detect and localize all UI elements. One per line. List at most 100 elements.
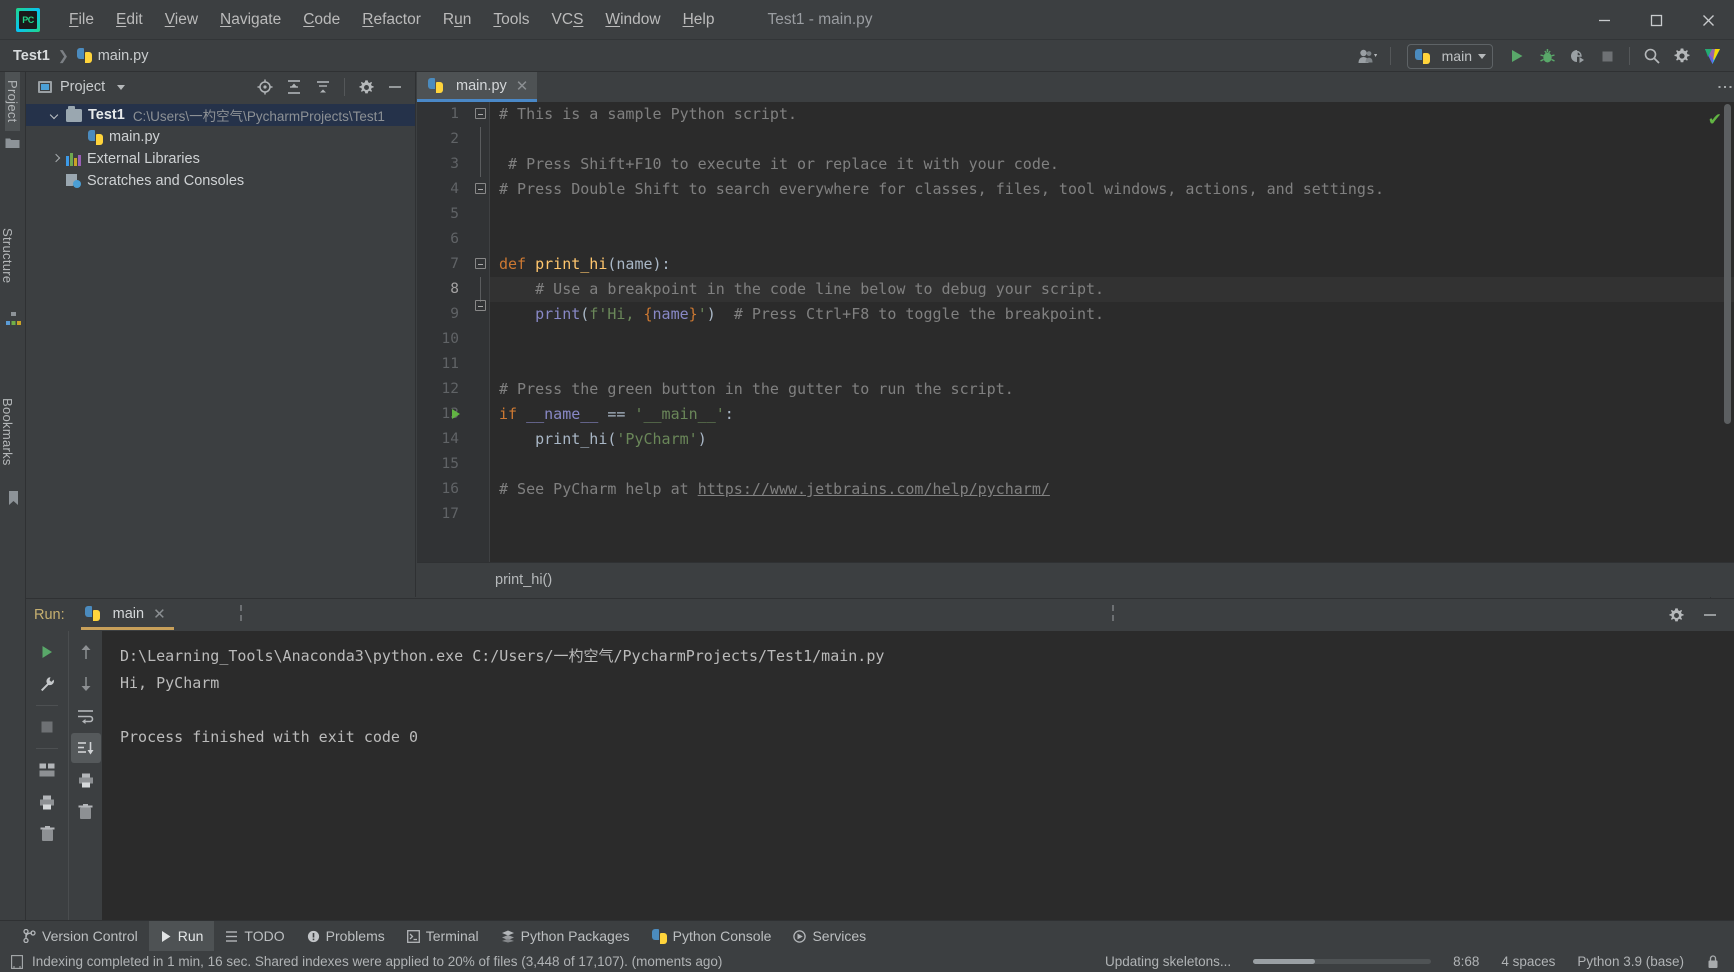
bookmark-icon[interactable] [0, 486, 26, 510]
fold-collapse-icon[interactable] [475, 108, 486, 119]
splitter-handle[interactable] [240, 605, 242, 621]
code-text[interactable]: # This is a sample Python script. # Pres… [489, 102, 1734, 562]
tree-item-scratches-and-consoles[interactable]: Scratches and Consoles [26, 170, 415, 192]
help-url-link[interactable]: https://www.jetbrains.com/help/pycharm/ [698, 480, 1050, 498]
close-icon[interactable]: ✕ [516, 77, 529, 95]
code-line: def print_hi(name): [499, 255, 671, 273]
print-icon[interactable] [71, 765, 101, 795]
tree-item-test1[interactable]: Test1 C:\Users\一杓空气\PycharmProjects\Test… [26, 104, 415, 126]
navbar-toolbar: main [1354, 40, 1726, 72]
scroll-to-end-icon[interactable] [70, 733, 101, 763]
wrench-icon[interactable] [32, 669, 62, 699]
pycharm-logo-icon [16, 7, 40, 32]
run-configuration-selector[interactable]: main [1406, 43, 1493, 69]
sidebar-item-project[interactable]: Project [5, 72, 20, 131]
rerun-icon[interactable] [32, 637, 62, 667]
up-arrow-icon[interactable] [71, 637, 101, 667]
minimize-button[interactable] [1578, 0, 1630, 40]
breadcrumb-project[interactable]: Test1 [13, 48, 50, 64]
jetbrains-ai-icon[interactable] [1698, 43, 1726, 69]
down-arrow-icon[interactable] [71, 669, 101, 699]
more-options-icon[interactable]: ⋮ [1716, 79, 1733, 95]
tree-item-main-py[interactable]: main.py [26, 126, 415, 148]
chevron-down-icon[interactable] [117, 84, 126, 90]
line-number: 17 [441, 506, 459, 522]
search-icon[interactable] [1638, 43, 1666, 69]
code-line: # Press Shift+F10 to execute it or repla… [499, 155, 1059, 173]
folder-icon[interactable] [0, 131, 26, 155]
menu-file[interactable]: File [58, 7, 105, 33]
menu-edit[interactable]: Edit [105, 7, 154, 33]
chevron-down-icon[interactable] [50, 110, 61, 121]
tab-run[interactable]: Run [148, 920, 215, 952]
tab-todo[interactable]: TODO [214, 921, 295, 952]
run-tab-main[interactable]: main ✕ [80, 600, 174, 630]
hide-panel-icon[interactable] [1696, 602, 1724, 628]
editor-gutter[interactable]: 1 2 3 4 5 6 7 8 9 10 11 12 13 14 15 16 1 [417, 102, 489, 562]
run-console-output[interactable]: D:\Learning_Tools\Anaconda3\python.exe C… [102, 631, 1734, 921]
collapse-all-icon[interactable] [309, 74, 337, 100]
memory-indicator-icon[interactable] [10, 954, 24, 969]
run-icon[interactable] [1503, 43, 1531, 69]
tab-label: Version Control [42, 928, 138, 944]
python-icon [84, 606, 100, 621]
status-interpreter[interactable]: Python 3.9 (base) [1577, 954, 1684, 969]
fold-end-icon[interactable] [475, 300, 486, 311]
fold-column[interactable] [475, 102, 489, 527]
coverage-icon[interactable] [1563, 43, 1591, 69]
editor-vertical-scrollbar[interactable] [1724, 104, 1731, 424]
settings-gear-icon[interactable] [352, 74, 380, 100]
tab-terminal[interactable]: Terminal [396, 921, 490, 952]
fold-collapse-icon[interactable] [475, 183, 486, 194]
breadcrumb-file[interactable]: main.py [98, 48, 149, 64]
menu-vcs[interactable]: VCS [541, 7, 595, 33]
breadcrumb-function[interactable]: print_hi() [495, 572, 552, 588]
hide-panel-icon[interactable] [381, 74, 409, 100]
layout-icon[interactable] [32, 755, 62, 785]
tab-python-console[interactable]: Python Console [641, 921, 783, 952]
trash-icon[interactable] [71, 797, 101, 827]
gutter-run-icon[interactable] [452, 409, 460, 419]
stop-icon[interactable] [32, 712, 62, 742]
tree-item-external-libraries[interactable]: External Libraries [26, 148, 415, 170]
debug-icon[interactable] [1533, 43, 1561, 69]
tab-services[interactable]: Services [782, 921, 877, 952]
menu-tools[interactable]: Tools [482, 7, 540, 33]
sidebar-item-bookmarks[interactable]: Bookmarks [0, 390, 15, 486]
code-editor[interactable]: 1 2 3 4 5 6 7 8 9 10 11 12 13 14 15 16 1 [417, 102, 1734, 562]
services-icon [793, 929, 807, 943]
splitter-handle-2[interactable] [1112, 605, 1114, 621]
close-button[interactable] [1682, 0, 1734, 40]
menu-code[interactable]: Code [292, 7, 351, 33]
lock-icon[interactable] [1706, 954, 1720, 969]
menu-window[interactable]: Window [594, 7, 671, 33]
menu-view[interactable]: View [154, 7, 209, 33]
tab-python-packages[interactable]: Python Packages [490, 921, 641, 952]
expand-all-icon[interactable] [280, 74, 308, 100]
fold-collapse-icon[interactable] [475, 258, 486, 269]
chevron-right-icon[interactable] [50, 154, 61, 165]
close-icon[interactable]: ✕ [153, 605, 166, 623]
menu-run[interactable]: Run [432, 7, 482, 33]
maximize-button[interactable] [1630, 0, 1682, 40]
stop-icon[interactable] [1593, 43, 1621, 69]
tab-main-py[interactable]: main.py ✕ [417, 72, 538, 102]
status-caret-position[interactable]: 8:68 [1453, 954, 1479, 969]
trash-icon[interactable] [32, 819, 62, 849]
menu-help[interactable]: Help [672, 7, 726, 33]
sidebar-item-structure[interactable]: Structure [0, 220, 15, 306]
fold-line [480, 152, 481, 177]
structure-icon[interactable] [0, 306, 26, 330]
menu-refactor[interactable]: Refactor [351, 7, 432, 33]
inspection-status-icon[interactable]: ✔ [1708, 110, 1722, 130]
user-account-icon[interactable] [1354, 43, 1382, 69]
tab-version-control[interactable]: Version Control [12, 921, 149, 952]
settings-gear-icon[interactable] [1662, 602, 1690, 628]
menu-navigate[interactable]: Navigate [209, 7, 292, 33]
tab-problems[interactable]: Problems [296, 921, 396, 952]
status-indent[interactable]: 4 spaces [1501, 954, 1555, 969]
soft-wrap-icon[interactable] [71, 701, 101, 731]
settings-gear-icon[interactable] [1668, 43, 1696, 69]
locate-target-icon[interactable] [251, 74, 279, 100]
print-icon[interactable] [32, 787, 62, 817]
